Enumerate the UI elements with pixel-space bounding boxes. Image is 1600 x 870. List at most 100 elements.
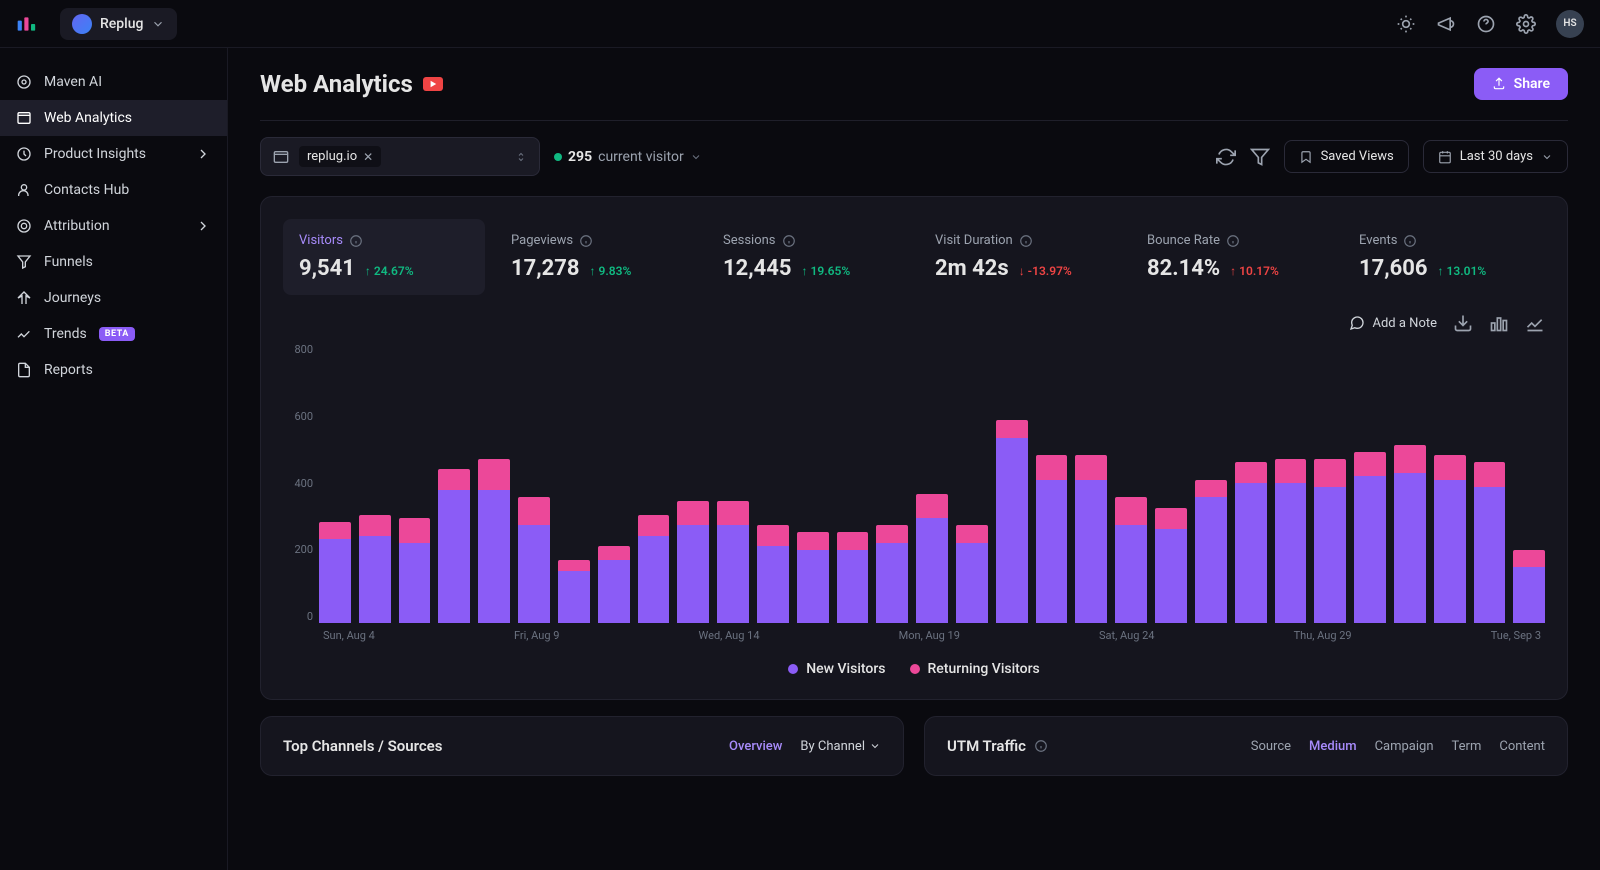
site-name: replug.io [307, 149, 357, 164]
chip-close-icon[interactable]: ✕ [363, 150, 373, 164]
chart-bar[interactable] [638, 515, 670, 624]
utm-tab-source[interactable]: Source [1251, 739, 1291, 754]
browser-icon [273, 149, 289, 165]
chart-bar[interactable] [1394, 445, 1426, 624]
settings-icon[interactable] [1516, 14, 1536, 34]
chart-bar[interactable] [956, 525, 988, 623]
x-tick: Thu, Aug 29 [1294, 629, 1352, 642]
bar-chart-icon[interactable] [1489, 313, 1509, 333]
youtube-icon[interactable] [423, 77, 443, 91]
chart-bar[interactable] [319, 522, 351, 624]
sidebar-item-label: Maven AI [44, 74, 102, 90]
live-visitors[interactable]: 295 current visitor [554, 149, 702, 165]
metric-bounce-rate[interactable]: Bounce Rate82.14%↑ 10.17% [1131, 219, 1333, 295]
metric-value: 9,541 [299, 256, 355, 281]
announce-icon[interactable] [1436, 14, 1456, 34]
sidebar-item-funnels[interactable]: Funnels [0, 244, 227, 280]
chevron-updown-icon [515, 149, 527, 165]
metric-label: Pageviews [511, 233, 573, 248]
chart-bar[interactable] [876, 525, 908, 623]
chart-bar[interactable] [1155, 508, 1187, 624]
sidebar-item-maven-ai[interactable]: Maven AI [0, 64, 227, 100]
metric-label: Visit Duration [935, 233, 1013, 248]
utm-tab-medium[interactable]: Medium [1309, 739, 1357, 754]
chart-bar[interactable] [478, 459, 510, 624]
chart-bar[interactable] [1235, 462, 1267, 623]
add-note-button[interactable]: Add a Note [1349, 315, 1438, 331]
metric-events[interactable]: Events17,606↑ 13.01% [1343, 219, 1545, 295]
metric-change: ↑ 24.67% [365, 264, 414, 278]
chevron-right-icon [195, 146, 211, 162]
brand-selector[interactable]: Replug [60, 8, 177, 40]
x-tick: Tue, Sep 3 [1491, 629, 1541, 642]
date-range-button[interactable]: Last 30 days [1423, 140, 1568, 173]
sidebar-item-reports[interactable]: Reports [0, 352, 227, 388]
add-note-label: Add a Note [1373, 316, 1438, 331]
chart-bar[interactable] [996, 420, 1028, 623]
chart-bar[interactable] [1036, 455, 1068, 623]
sidebar: Maven AI Web Analytics Product Insights Con… [0, 48, 228, 870]
utm-tab-content[interactable]: Content [1499, 739, 1545, 754]
chart-bar[interactable] [1115, 497, 1147, 623]
chart-bar[interactable] [1513, 550, 1545, 624]
channels-tab-overview[interactable]: Overview [729, 739, 782, 754]
sidebar-item-web-analytics[interactable]: Web Analytics [0, 100, 227, 136]
sidebar-item-label: Web Analytics [44, 110, 132, 126]
metric-change: ↑ 10.17% [1230, 264, 1279, 278]
chart-bar[interactable] [1195, 480, 1227, 624]
refresh-icon[interactable] [1216, 147, 1236, 167]
theme-icon[interactable] [1396, 14, 1416, 34]
channels-tab-by-channel[interactable]: By Channel [800, 739, 881, 754]
chart-bar[interactable] [916, 494, 948, 624]
x-tick: Sat, Aug 24 [1099, 629, 1154, 642]
filter-icon[interactable] [1250, 147, 1270, 167]
chart-bar[interactable] [677, 501, 709, 624]
chart-bar[interactable] [717, 501, 749, 624]
download-icon[interactable] [1453, 313, 1473, 333]
metric-pageviews[interactable]: Pageviews17,278↑ 9.83% [495, 219, 697, 295]
metric-value: 17,278 [511, 256, 580, 281]
chart-bar[interactable] [797, 532, 829, 623]
info-icon [579, 234, 593, 248]
chart-bar[interactable] [598, 546, 630, 623]
chart-bar[interactable] [757, 525, 789, 623]
user-avatar[interactable]: HS [1556, 10, 1584, 38]
live-dot-icon [554, 153, 562, 161]
chart-bar[interactable] [1434, 455, 1466, 623]
chart-bar[interactable] [399, 518, 431, 623]
info-icon [1403, 234, 1417, 248]
chart-bar[interactable] [438, 469, 470, 623]
chart-bar[interactable] [518, 497, 550, 623]
chart-bar[interactable] [1354, 452, 1386, 624]
chart-bar[interactable] [1075, 455, 1107, 623]
line-chart-icon[interactable] [1525, 313, 1545, 333]
chart-bar[interactable] [558, 560, 590, 623]
sidebar-item-journeys[interactable]: Journeys [0, 280, 227, 316]
metric-visit-duration[interactable]: Visit Duration2m 42s↓ -13.97% [919, 219, 1121, 295]
help-icon[interactable] [1476, 14, 1496, 34]
share-button[interactable]: Share [1474, 68, 1568, 100]
sidebar-item-contacts-hub[interactable]: Contacts Hub [0, 172, 227, 208]
utm-tab-term[interactable]: Term [1452, 739, 1482, 754]
share-icon [1492, 77, 1506, 91]
sidebar-item-trends[interactable]: TrendsBETA [0, 316, 227, 352]
metric-visitors[interactable]: Visitors9,541↑ 24.67% [283, 219, 485, 295]
site-selector[interactable]: replug.io ✕ [260, 137, 540, 176]
chart-bar[interactable] [1474, 462, 1506, 623]
chart-bar[interactable] [1275, 459, 1307, 624]
chart-bar[interactable] [359, 515, 391, 624]
utm-tab-campaign[interactable]: Campaign [1375, 739, 1434, 754]
nav-icon [16, 290, 32, 306]
saved-views-button[interactable]: Saved Views [1284, 140, 1409, 173]
legend-returning: Returning Visitors [910, 661, 1040, 677]
metric-sessions[interactable]: Sessions12,445↑ 19.65% [707, 219, 909, 295]
chart-bar[interactable] [837, 532, 869, 623]
sidebar-item-product-insights[interactable]: Product Insights [0, 136, 227, 172]
calendar-icon [1438, 150, 1452, 164]
sidebar-item-label: Attribution [44, 218, 110, 234]
x-tick: Wed, Aug 14 [699, 629, 760, 642]
metric-value: 2m 42s [935, 256, 1009, 281]
chart-bar[interactable] [1314, 459, 1346, 624]
sidebar-item-label: Contacts Hub [44, 182, 129, 198]
sidebar-item-attribution[interactable]: Attribution [0, 208, 227, 244]
